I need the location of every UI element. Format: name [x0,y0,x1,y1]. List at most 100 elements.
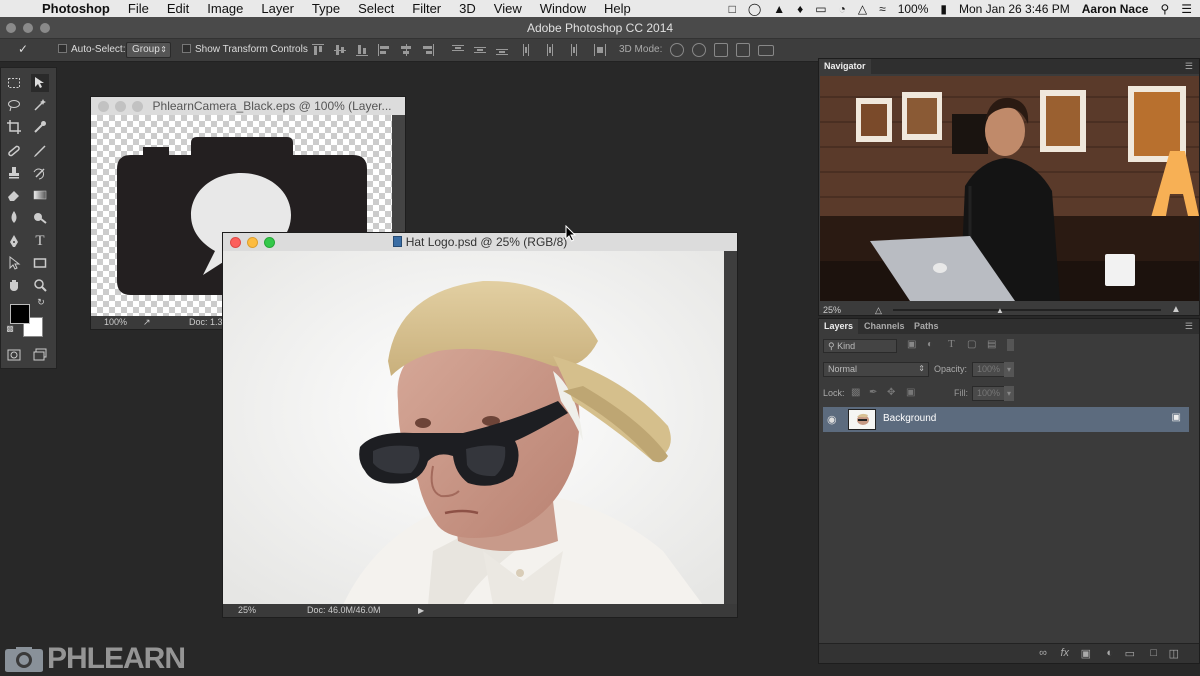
blur-tool-icon[interactable] [5,208,23,226]
lock-all-icon[interactable]: ▣ [906,387,915,398]
type-tool-icon[interactable]: T [31,232,49,250]
status-menu-arrow-icon[interactable]: ▶ [418,604,424,617]
lock-image-icon[interactable]: ✒ [869,387,877,398]
eyedropper-tool-icon[interactable] [31,118,49,136]
align-right-icon[interactable] [422,44,434,56]
layer-style-icon[interactable]: fx [1060,647,1069,659]
dodge-tool-icon[interactable] [31,208,49,226]
menu-file[interactable]: File [119,0,158,17]
filter-shape-icon[interactable]: ▢ [967,339,976,350]
menu-image[interactable]: Image [198,0,252,17]
distribute-right-icon[interactable] [566,44,578,56]
new-layer-icon[interactable]: □ [1150,647,1157,659]
link-layers-icon[interactable]: ∞ [1039,647,1047,659]
delete-layer-icon[interactable]: ◫ [1169,647,1179,660]
battery-icon[interactable]: ▮ [940,2,947,16]
menu-select[interactable]: Select [349,0,403,17]
share-icon[interactable]: ↗ [143,316,151,329]
tab-navigator[interactable]: Navigator [819,59,871,74]
navigator-preview[interactable] [820,76,1199,301]
document-title-bar[interactable]: PhlearnCamera_Black.eps @ 100% (Layer... [91,97,405,115]
filter-toggle[interactable] [1007,339,1014,351]
lock-transparent-icon[interactable]: ▩ [851,387,860,398]
video-camera-icon[interactable]: □ [729,2,736,16]
menu-type[interactable]: Type [303,0,349,17]
doc-zoom-icon[interactable] [264,237,275,248]
filter-type-icon[interactable]: T [948,338,955,350]
menu-view[interactable]: View [485,0,531,17]
layer-thumbnail[interactable] [848,409,876,430]
doc-zoom-icon[interactable] [132,101,143,112]
wifi-icon[interactable]: ≈ [879,2,886,16]
roll-3d-icon[interactable] [692,43,706,57]
auto-select-checkbox[interactable]: Auto-Select: [58,44,125,55]
filter-pixel-icon[interactable]: ▣ [907,339,916,350]
airplay-icon[interactable]: △ [858,2,867,16]
auto-align-icon[interactable] [594,44,606,56]
notification-center-icon[interactable]: ☰ [1181,2,1192,16]
tool-preset-icon[interactable]: ✓ [18,42,28,56]
add-mask-icon[interactable]: ▣ [1081,647,1091,660]
distribute-top-icon[interactable] [452,44,464,56]
eraser-tool-icon[interactable] [5,186,23,204]
clock[interactable]: Mon Jan 26 3:46 PM [959,2,1070,16]
brush-tool-icon[interactable] [31,142,49,160]
swap-colors-icon[interactable]: ↻ [35,296,47,308]
doc-minimize-icon[interactable] [247,237,258,248]
adjustment-layer-icon[interactable]: ◐ [1106,647,1113,659]
document-window-hat[interactable]: Hat Logo.psd @ 25% (RGB/8) 25% Doc: 46.0… [222,232,738,618]
filter-adjustment-icon[interactable]: ◐ [927,339,933,350]
new-group-icon[interactable]: ▭ [1125,647,1135,660]
quick-mask-icon[interactable] [5,346,23,364]
history-brush-tool-icon[interactable] [31,164,49,182]
move-tool-icon[interactable] [31,74,49,92]
rectangle-tool-icon[interactable] [31,254,49,272]
layer-visibility-eye-icon[interactable]: ◉ [827,413,837,426]
spotlight-icon[interactable]: ⚲ [1160,2,1169,16]
zoom-tool-icon[interactable] [31,276,49,294]
document-scrollbar[interactable] [724,251,737,605]
menu-edit[interactable]: Edit [158,0,198,17]
doc-zoom-level[interactable]: 25% [238,604,256,617]
clone-stamp-tool-icon[interactable] [5,164,23,182]
filter-smart-object-icon[interactable]: ▤ [987,339,996,350]
slide-3d-icon[interactable] [736,43,750,57]
lock-position-icon[interactable]: ✥ [887,387,895,398]
doc-close-icon[interactable] [230,237,241,248]
doc-close-icon[interactable] [98,101,109,112]
tab-channels[interactable]: Channels [859,319,910,334]
distribute-bottom-icon[interactable] [496,44,508,56]
transform-controls-checkbox[interactable]: Show Transform Controls [182,44,308,55]
layer-row-background[interactable]: ◉ Background ▣ [823,407,1189,432]
doc-minimize-icon[interactable] [115,101,126,112]
doc-zoom-level[interactable]: 100% [104,316,127,329]
evernote-icon[interactable]: ♦ [797,2,803,16]
magic-wand-tool-icon[interactable] [31,96,49,114]
menu-filter[interactable]: Filter [403,0,450,17]
menu-app-name[interactable]: Photoshop [40,0,119,17]
auto-select-dropdown[interactable]: Group ⇕ [126,42,171,58]
align-left-icon[interactable] [378,44,390,56]
healing-brush-tool-icon[interactable] [5,142,23,160]
pen-tool-icon[interactable] [5,232,23,250]
menu-help[interactable]: Help [595,0,640,17]
distribute-left-icon[interactable] [522,44,534,56]
opacity-arrow-icon[interactable]: ▾ [1004,362,1014,377]
marquee-tool-icon[interactable] [5,74,23,92]
navigator-zoom-value[interactable]: 25% [823,303,841,317]
user-name[interactable]: Aaron Nace [1082,2,1149,16]
layer-filter-kind[interactable]: ⚲ Kind [823,339,897,353]
scale-3d-icon[interactable] [758,45,774,56]
zoom-slider-handle[interactable]: ▲ [996,304,1004,318]
panel-menu-icon[interactable]: ☰ [1185,61,1193,72]
layer-lock-icon[interactable]: ▣ [1172,412,1181,423]
align-top-icon[interactable] [312,44,324,56]
menu-3d[interactable]: 3D [450,0,485,17]
zoom-slider-track[interactable] [893,309,1161,311]
lasso-tool-icon[interactable] [5,96,23,114]
gradient-tool-icon[interactable] [31,186,49,204]
hand-tool-icon[interactable] [5,276,23,294]
path-selection-tool-icon[interactable] [5,254,23,272]
notification-icon[interactable]: ▲ [773,2,785,16]
tab-layers[interactable]: Layers [819,319,859,334]
